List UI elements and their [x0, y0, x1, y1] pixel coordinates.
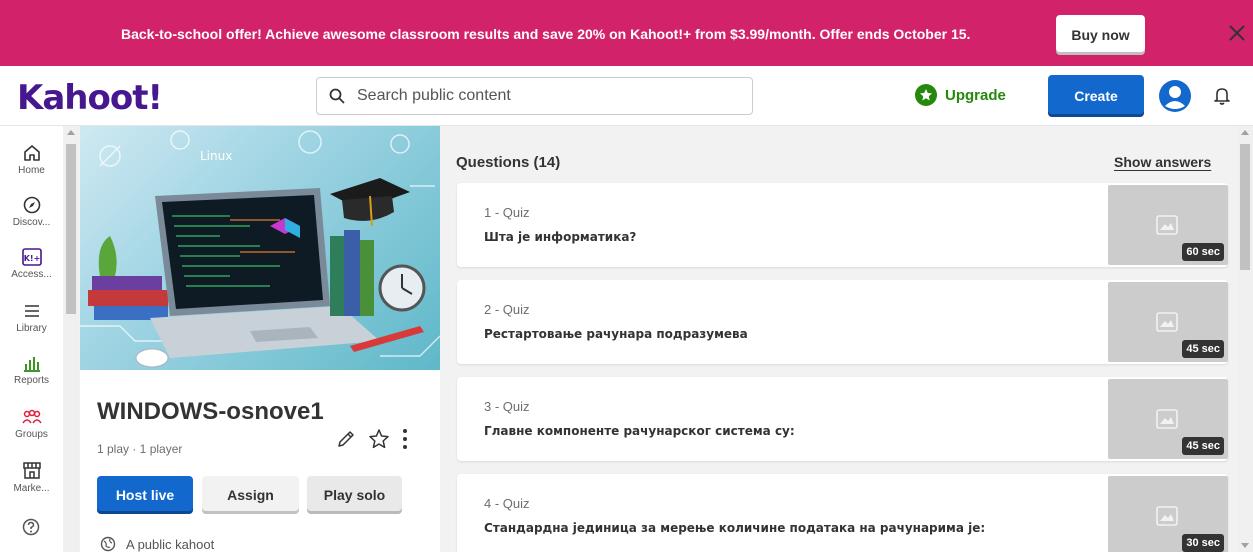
card-actions [336, 428, 408, 450]
sidebar-item-marketplace[interactable]: Marke... [0, 460, 63, 494]
sidebar-label: Library [16, 323, 47, 334]
sidebar: Home Discov... K!+ Access... Library Rep… [0, 126, 63, 552]
scrollbar-thumb[interactable] [66, 144, 76, 314]
sidebar-item-groups[interactable]: Groups [0, 408, 63, 440]
question-text: Рестартовање рачунара подразумева [484, 327, 748, 341]
promo-banner: Back-to-school offer! Achieve awesome cl… [0, 0, 1253, 66]
groups-icon [21, 409, 42, 424]
question-item[interactable]: 4 - Quiz Стандардна јединица за мерење к… [457, 474, 1228, 552]
image-placeholder-icon [1156, 409, 1178, 429]
image-placeholder-icon [1156, 312, 1178, 332]
store-icon [22, 462, 41, 479]
help-icon[interactable] [22, 518, 40, 536]
globe-icon [100, 536, 116, 552]
promo-text: Back-to-school offer! Achieve awesome cl… [121, 26, 971, 42]
kahoot-title: WINDOWS-osnove1 [97, 398, 324, 425]
question-type: 2 - Quiz [484, 302, 530, 317]
play-solo-button[interactable]: Play solo [307, 476, 402, 514]
question-type: 1 - Quiz [484, 205, 530, 220]
questions-panel: Questions (14) Show answers 1 - Quiz Шта… [440, 126, 1237, 552]
scroll-up-arrow[interactable] [1241, 130, 1249, 135]
create-button[interactable]: Create [1048, 75, 1144, 117]
search-bar[interactable] [316, 77, 753, 115]
close-icon[interactable] [1226, 22, 1248, 44]
sidebar-item-home[interactable]: Home [0, 144, 63, 176]
kahoot-card: Linux WINDOWS-osnove1 1 play · 1 player … [80, 126, 440, 552]
avatar-icon[interactable] [1159, 80, 1191, 112]
buy-now-button[interactable]: Buy now [1056, 15, 1145, 55]
time-limit-badge: 45 sec [1182, 340, 1224, 358]
image-placeholder-icon [1156, 215, 1178, 235]
kahoot-logo[interactable]: Kahoot! [17, 78, 163, 118]
list-icon [24, 305, 39, 317]
scrollbar-thumb[interactable] [1240, 144, 1250, 270]
question-type: 3 - Quiz [484, 399, 530, 414]
upgrade-label: Upgrade [945, 86, 1006, 104]
question-thumbnail: 60 sec [1108, 185, 1228, 265]
scroll-down-arrow[interactable] [1241, 543, 1249, 548]
sidebar-label: Home [18, 165, 45, 176]
edit-icon[interactable] [336, 429, 356, 449]
question-text: Стандардна јединица за мерење количине п… [484, 521, 986, 535]
question-item[interactable]: 3 - Quiz Главне компоненте рачунарског с… [457, 377, 1228, 461]
cover-image: Linux [80, 126, 440, 370]
sidebar-label: Reports [13, 375, 49, 386]
show-answers-link[interactable]: Show answers [1114, 154, 1211, 170]
question-thumbnail: 30 sec [1108, 476, 1228, 552]
sidebar-label: Marke... [13, 483, 50, 494]
sidebar-item-library[interactable]: Library [0, 302, 63, 334]
play-stats: 1 play · 1 player [97, 442, 183, 456]
home-icon [23, 145, 40, 161]
upgrade-link[interactable]: Upgrade [915, 84, 1006, 106]
top-header: Kahoot! Upgrade Create [0, 66, 1253, 126]
compass-icon [23, 196, 40, 214]
question-text: Главне компоненте рачунарског система су… [484, 424, 795, 438]
assign-button[interactable]: Assign [202, 476, 299, 514]
sidebar-label: Discov... [12, 217, 51, 228]
kahoot-plus-icon: K!+ [21, 248, 42, 266]
question-item[interactable]: 2 - Quiz Рестартовање рачунара подразуме… [457, 280, 1228, 364]
time-limit-badge: 60 sec [1182, 243, 1224, 261]
scroll-up-arrow[interactable] [67, 130, 75, 135]
bell-icon[interactable] [1212, 86, 1232, 106]
image-placeholder-icon [1156, 506, 1178, 526]
time-limit-badge: 45 sec [1182, 437, 1224, 455]
question-thumbnail: 45 sec [1108, 379, 1228, 459]
cover-illustration: Linux [80, 130, 440, 368]
left-scrollbar[interactable] [63, 126, 79, 552]
search-input[interactable] [357, 87, 737, 105]
visibility-label: A public kahoot [126, 536, 215, 552]
sidebar-item-reports[interactable]: Reports [0, 354, 63, 386]
time-limit-badge: 30 sec [1182, 534, 1224, 552]
question-text: Шта је информатика? [484, 230, 637, 244]
sidebar-item-access[interactable]: K!+ Access... [0, 248, 63, 280]
star-icon [915, 84, 937, 106]
svg-text:K!+: K!+ [23, 254, 40, 263]
visibility-info: A public kahoot [100, 536, 214, 552]
cover-text: Linux [200, 149, 232, 163]
sidebar-item-discover[interactable]: Discov... [0, 196, 63, 228]
question-thumbnail: 45 sec [1108, 282, 1228, 362]
search-icon [329, 88, 345, 104]
question-item[interactable]: 1 - Quiz Шта је информатика? 60 sec [457, 183, 1228, 267]
bar-chart-icon [23, 357, 40, 372]
right-scrollbar[interactable] [1237, 126, 1253, 552]
question-type: 4 - Quiz [484, 496, 530, 511]
more-options-icon[interactable] [402, 428, 408, 450]
favorite-icon[interactable] [368, 428, 390, 450]
sidebar-label: Groups [15, 429, 48, 440]
host-live-button[interactable]: Host live [97, 476, 193, 514]
sidebar-label: Access... [11, 269, 52, 280]
questions-heading: Questions (14) [456, 154, 561, 171]
